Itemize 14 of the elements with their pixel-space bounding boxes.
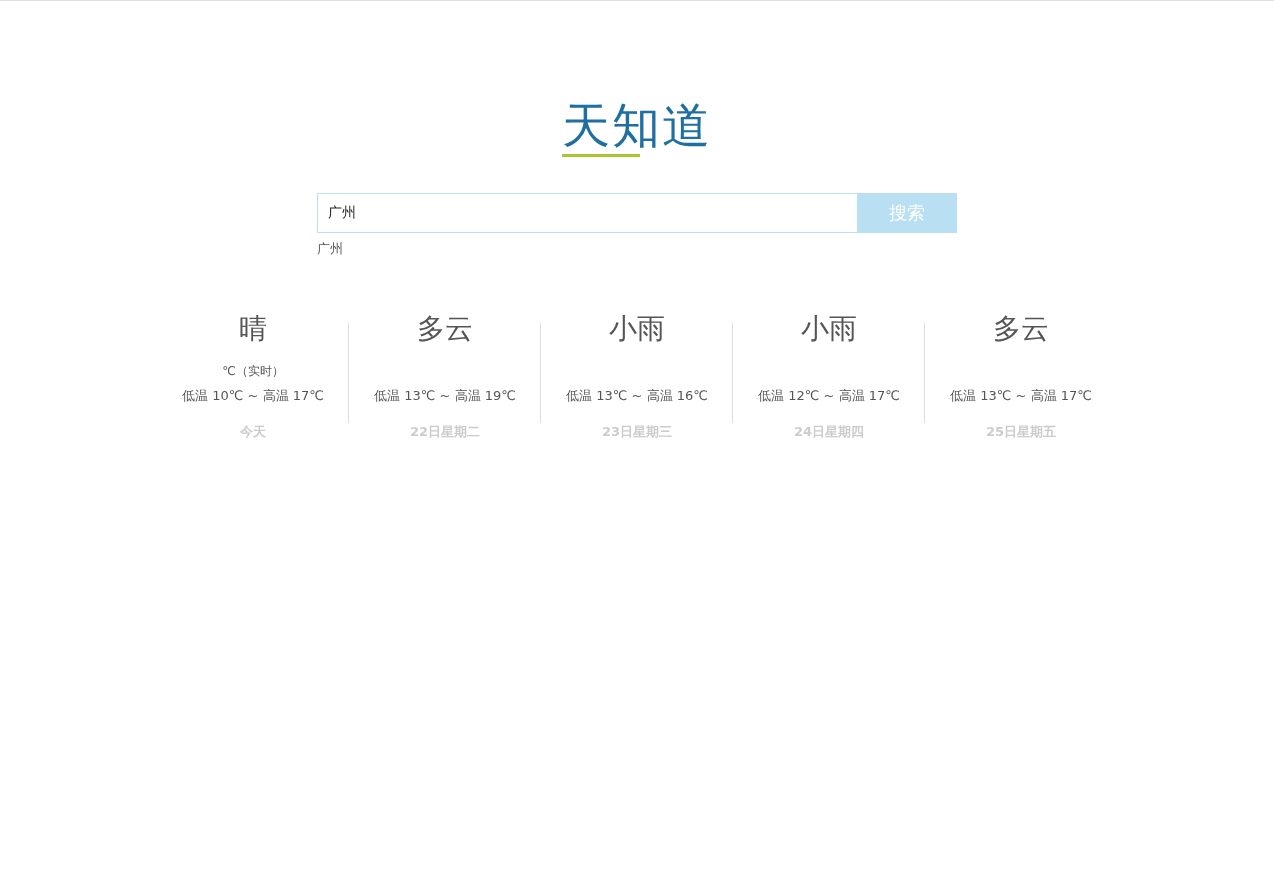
weather-condition: 多云: [993, 311, 1049, 347]
temperature-range: 低温 12℃ ~ 高温 17℃: [758, 387, 900, 405]
suggestion-item[interactable]: 广州: [317, 239, 343, 259]
temperature-range: 低温 13℃ ~ 高温 19℃: [374, 387, 516, 405]
weather-condition: 多云: [417, 311, 473, 347]
current-temperature: ℃（实时）: [222, 363, 284, 380]
weather-condition: 小雨: [801, 311, 857, 347]
weather-condition: 小雨: [609, 311, 665, 347]
logo: 天知道: [562, 97, 712, 157]
temperature-range: 低温 13℃ ~ 高温 16℃: [566, 387, 708, 405]
temperature-range: 低温 13℃ ~ 高温 17℃: [950, 387, 1092, 405]
search-field[interactable]: 广州: [317, 193, 857, 233]
temperature-range: 低温 10℃ ~ 高温 17℃: [182, 387, 324, 405]
weather-condition: 晴: [239, 311, 267, 347]
